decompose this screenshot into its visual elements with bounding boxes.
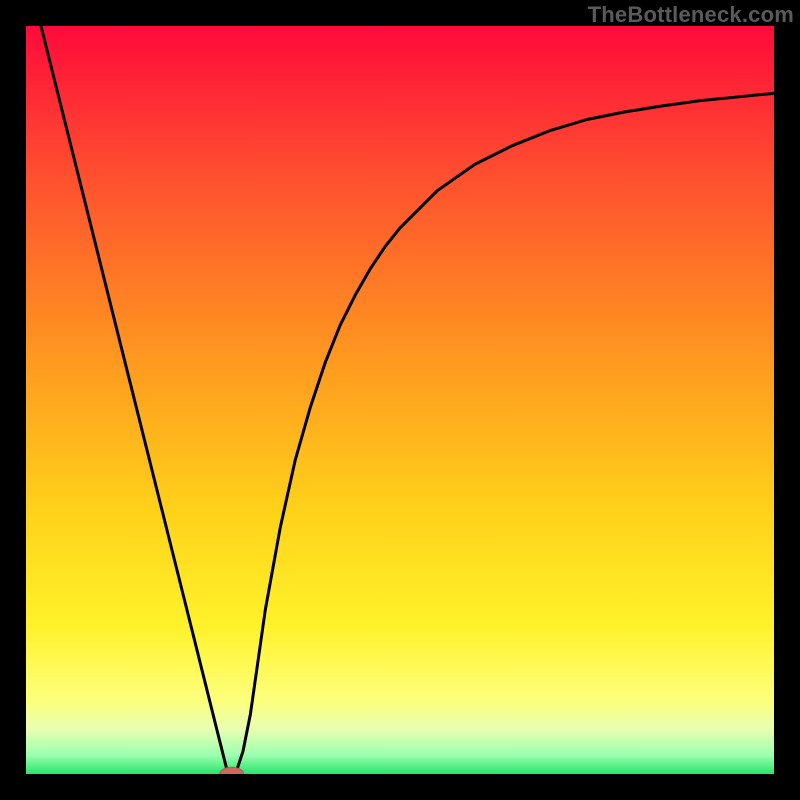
plot-area [26,26,774,774]
gradient-background [26,26,774,774]
watermark-text: TheBottleneck.com [588,2,794,28]
chart-svg [26,26,774,774]
chart-frame: TheBottleneck.com [0,0,800,800]
